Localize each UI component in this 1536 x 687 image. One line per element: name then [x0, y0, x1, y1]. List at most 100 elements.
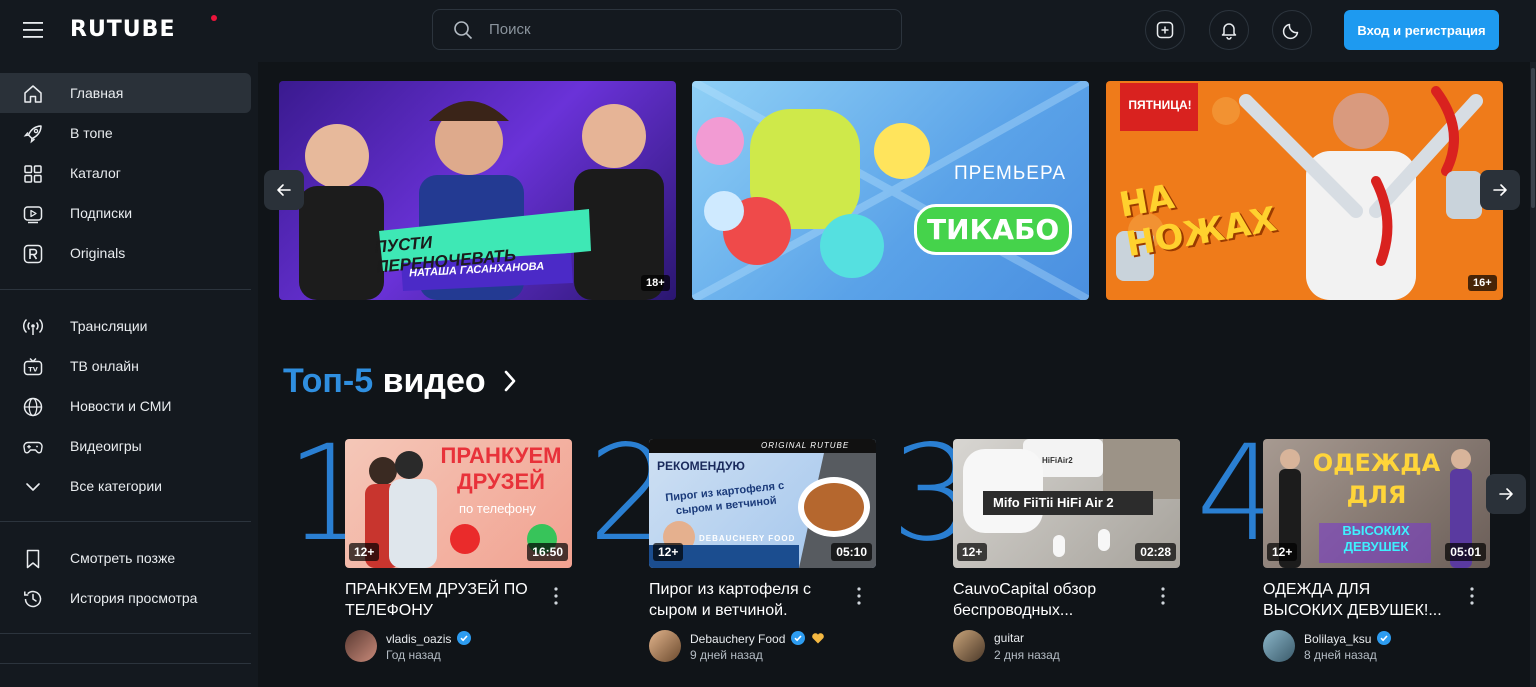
verified-icon: [457, 631, 472, 645]
channel-name-row[interactable]: vladis_oazis: [386, 631, 472, 646]
scrollbar-thumb[interactable]: [1531, 68, 1535, 208]
channel-avatar[interactable]: [649, 630, 681, 662]
publish-date: 8 дней назад: [1304, 648, 1377, 662]
login-button[interactable]: Вход и регистрация: [1344, 10, 1499, 50]
globe-icon: [23, 397, 43, 417]
bell-icon: [1221, 23, 1237, 40]
age-rating-badge: 12+: [957, 543, 988, 561]
sidebar-item-label: ТВ онлайн: [70, 358, 139, 374]
sidebar-item-label: История просмотра: [70, 590, 198, 606]
channel-avatar[interactable]: [953, 630, 985, 662]
video-title[interactable]: ПРАНКУЕМ ДРУЗЕЙ ПО ТЕЛЕФОНУ: [345, 579, 535, 621]
sidebar-item-home[interactable]: Главная: [0, 73, 251, 113]
channel-avatar[interactable]: [345, 630, 377, 662]
more-options-icon[interactable]: [854, 586, 864, 606]
chevron-right-icon: [504, 370, 516, 392]
bookmark-icon: [26, 549, 40, 569]
sidebar-item-originals[interactable]: Originals: [0, 233, 251, 273]
promo-banner[interactable]: ПЯТНИЦА! НА НОЖАХ 16+: [1106, 81, 1503, 300]
add-video-icon: [1156, 21, 1174, 39]
thumbnail-subtitle: по телефону: [459, 501, 536, 516]
originals-icon: [23, 244, 43, 264]
sidebar-item-history[interactable]: История просмотра: [0, 578, 251, 618]
history-icon: [24, 590, 42, 608]
publish-date: 2 дня назад: [994, 648, 1060, 662]
chevron-down-icon: [26, 483, 40, 491]
thumbnail-subtitle: HiFiAir2: [1042, 456, 1073, 465]
menu-icon[interactable]: [22, 19, 44, 41]
sidebar-item-label: Новости и СМИ: [70, 398, 172, 414]
video-thumbnail[interactable]: ОДЕЖДА ДЛЯ ВЫСОКИХ ДЕВУШЕК 12+ 05:01: [1263, 439, 1490, 568]
video-thumbnail[interactable]: HiFiAir2 Mifo FiiTii HiFi Air 2 12+ 02:2…: [953, 439, 1180, 568]
video-title[interactable]: ОДЕЖДА ДЛЯ ВЫСОКИХ ДЕВУШЕК!...: [1263, 579, 1453, 621]
search-icon[interactable]: [453, 20, 473, 40]
publish-date: Год назад: [386, 648, 441, 662]
top5-section-title[interactable]: Топ-5 видео: [283, 362, 519, 401]
banner-prev-button[interactable]: [264, 170, 304, 210]
sidebar-item-broadcasts[interactable]: Трансляции: [0, 306, 251, 346]
banner-title: ТИКАБО: [914, 204, 1073, 255]
sidebar-item-catalog[interactable]: Каталог: [0, 153, 251, 193]
sidebar: Главная В топе Каталог Подписки Original…: [0, 62, 258, 687]
search-box[interactable]: [432, 9, 902, 50]
moon-icon: [1282, 23, 1299, 40]
top5-next-button[interactable]: [1486, 474, 1526, 514]
promo-banner[interactable]: ПУСТИ ПЕРЕНОЧЕВАТЬ НАТАША ГАСАНХАНОВА 18…: [279, 81, 676, 300]
video-title[interactable]: Пирог из картофеля с сыром и ветчиной.: [649, 579, 839, 621]
age-rating-badge: 12+: [653, 543, 684, 561]
sidebar-item-top[interactable]: В топе: [0, 113, 251, 153]
sidebar-item-subscriptions[interactable]: Подписки: [0, 193, 251, 233]
banner-subtitle: ПРЕМЬЕРА: [954, 163, 1067, 184]
channel-name: Bolilaya_ksu: [1304, 632, 1372, 646]
duration-badge: 16:50: [527, 543, 568, 561]
broadcast-icon: [22, 318, 44, 335]
main-content: ПУСТИ ПЕРЕНОЧЕВАТЬ НАТАША ГАСАНХАНОВА 18…: [258, 62, 1536, 687]
sidebar-item-all-categories[interactable]: Все категории: [0, 466, 251, 506]
logo-dot: [211, 15, 217, 21]
channel-name: vladis_oazis: [386, 632, 452, 646]
sidebar-divider: [0, 521, 251, 522]
sidebar-divider: [0, 663, 251, 664]
channel-name: Debauchery Food: [690, 632, 786, 646]
age-rating-badge: 12+: [1267, 543, 1298, 561]
gamepad-icon: [23, 441, 43, 454]
verified-icon: [1377, 631, 1392, 645]
home-icon: [24, 85, 42, 103]
sidebar-item-label: Видеоигры: [70, 438, 142, 454]
banner-next-button[interactable]: [1480, 170, 1520, 210]
sidebar-item-label: Главная: [70, 85, 124, 101]
rutube-logo[interactable]: RUTUBE: [70, 17, 175, 42]
age-rating-badge: 16+: [1468, 275, 1497, 291]
title-accent: Топ-5: [283, 362, 374, 400]
channel-avatar[interactable]: [1263, 630, 1295, 662]
channel-logo-text: ПЯТНИЦА!: [1128, 98, 1192, 112]
theme-toggle-button[interactable]: [1272, 10, 1312, 50]
video-title[interactable]: CauvoCapital обзор беспроводных...: [953, 579, 1143, 621]
sidebar-item-news[interactable]: Новости и СМИ: [0, 386, 251, 426]
thumbnail-brand: ORIGINAL RUTUBE: [761, 441, 850, 450]
video-thumbnail[interactable]: ORIGINAL RUTUBE РЕКОМЕНДУЮ Пирог из карт…: [649, 439, 876, 568]
video-thumbnail[interactable]: ПРАНКУЕМ ДРУЗЕЙ по телефону 12+ 16:50: [345, 439, 572, 568]
arrow-right-icon: [1493, 184, 1507, 196]
sidebar-item-games[interactable]: Видеоигры: [0, 426, 251, 466]
upload-button[interactable]: [1145, 10, 1185, 50]
channel-name-row[interactable]: Bolilaya_ksu: [1304, 631, 1392, 646]
rocket-icon: [23, 125, 42, 144]
channel-name: guitar: [994, 631, 1025, 645]
more-options-icon[interactable]: [1158, 586, 1168, 606]
promo-banner[interactable]: ПРЕМЬЕРА ТИКАБО: [692, 81, 1089, 300]
tv-icon: TV: [23, 357, 43, 376]
more-options-icon[interactable]: [551, 586, 561, 606]
more-options-icon[interactable]: [1467, 586, 1477, 606]
sidebar-item-label: В топе: [70, 125, 113, 141]
sidebar-item-label: Смотреть позже: [70, 550, 176, 566]
header: RUTUBE Вход и регистрация: [0, 0, 1536, 62]
subscriptions-icon: [23, 206, 43, 224]
notifications-button[interactable]: [1209, 10, 1249, 50]
sidebar-item-watch-later[interactable]: Смотреть позже: [0, 538, 251, 578]
sidebar-item-tv[interactable]: TV ТВ онлайн: [0, 346, 251, 386]
channel-name-row[interactable]: Debauchery Food: [690, 631, 825, 646]
search-input[interactable]: [489, 21, 849, 38]
sidebar-item-label: Подписки: [70, 205, 133, 221]
channel-name-row[interactable]: guitar: [994, 631, 1024, 645]
